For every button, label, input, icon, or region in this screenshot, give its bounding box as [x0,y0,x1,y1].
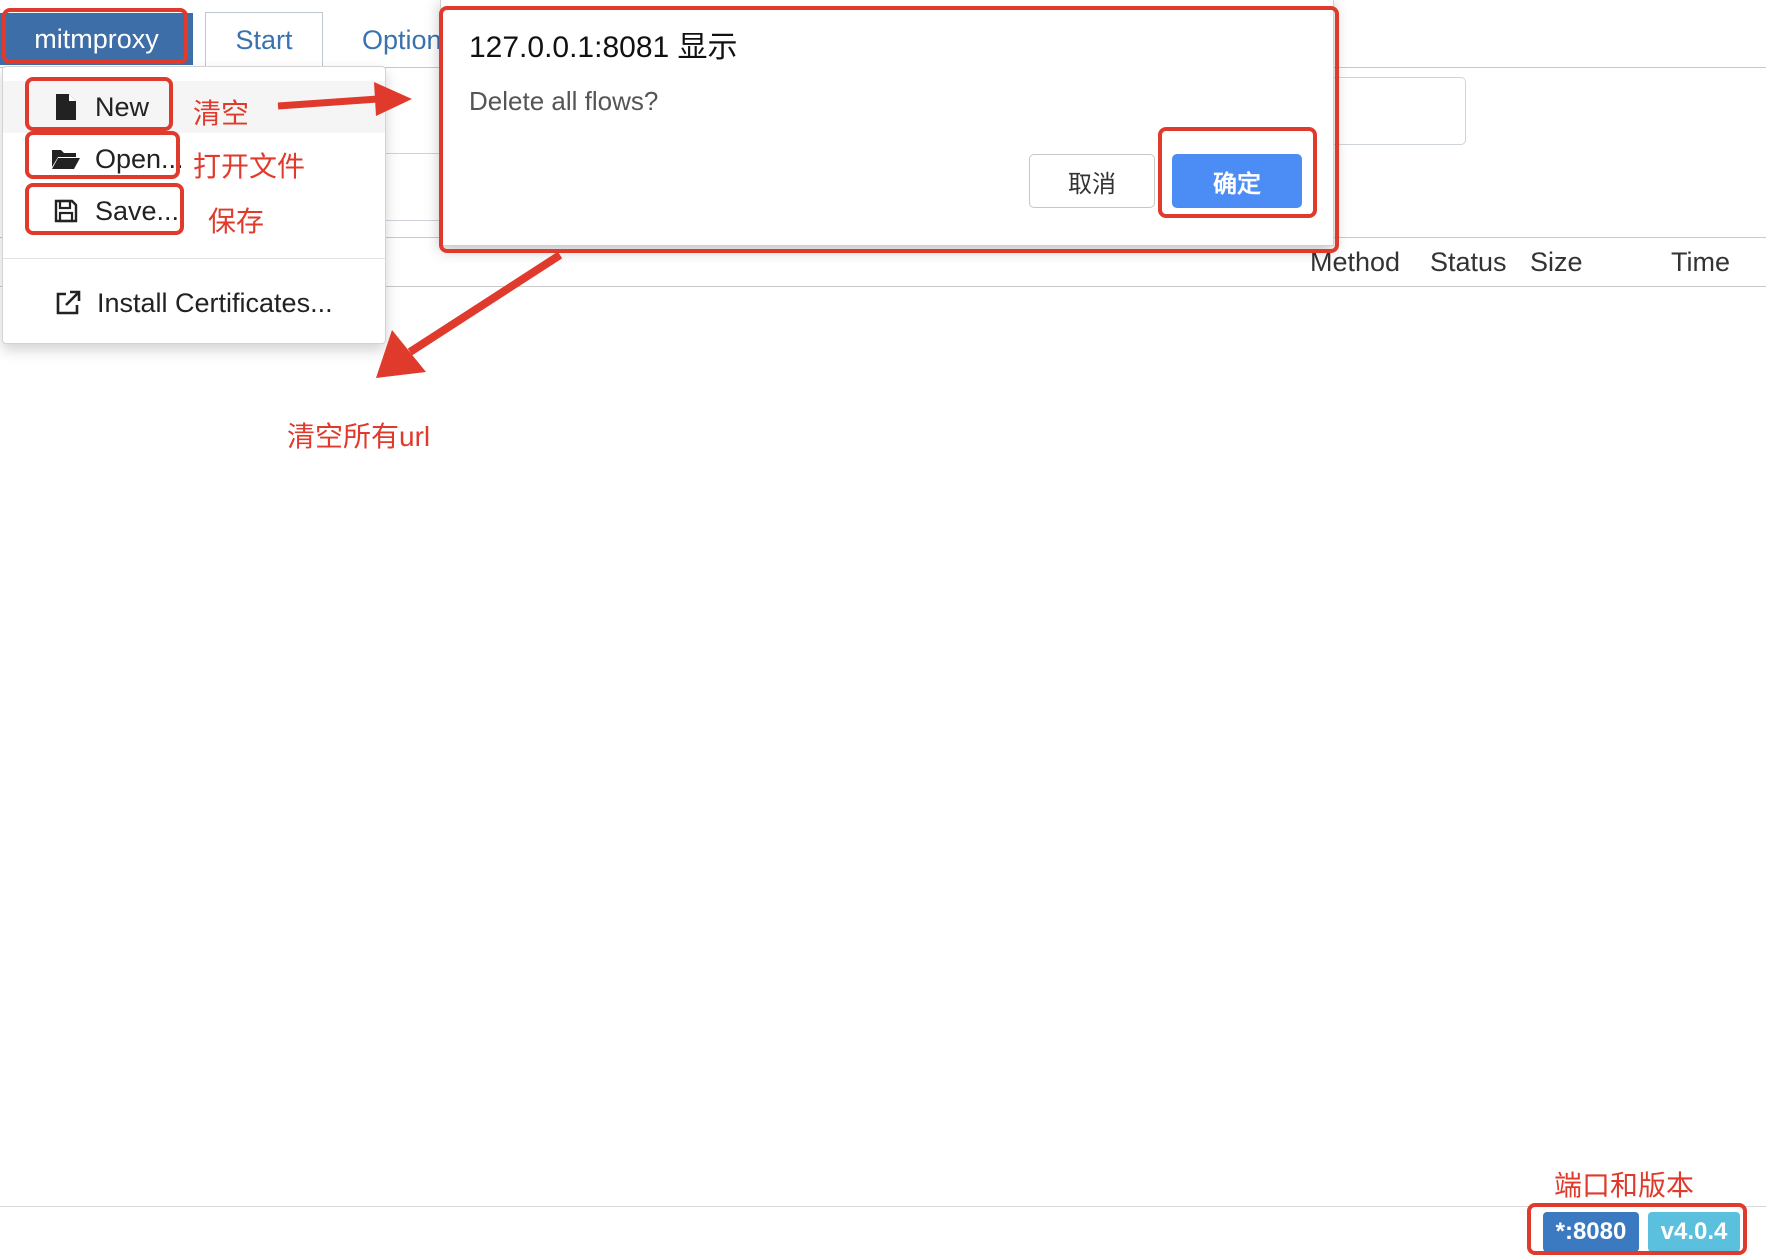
annotation-note-new: 清空 [193,98,250,129]
tab-start[interactable]: Start [205,12,323,68]
column-time[interactable]: Time [1671,238,1730,286]
footer-divider [0,1206,1766,1207]
annotation-box-save [25,183,184,235]
annotation-box-open [25,131,180,179]
annotation-box-brand [2,8,188,64]
column-size[interactable]: Size [1530,238,1583,286]
annotation-note-open: 打开文件 [193,151,306,182]
menu-item-label: Install Certificates... [97,287,333,318]
annotation-box-footer [1527,1203,1747,1255]
column-status[interactable]: Status [1430,238,1507,286]
highlight-input[interactable] [380,153,441,221]
annotation-box-new [25,77,173,131]
tab-options[interactable]: Options [362,12,442,68]
annotation-note-footer: 端口和版本 [1554,1170,1695,1201]
annotation-box-ok [1158,127,1317,218]
external-link-icon [53,288,83,318]
menu-divider [3,258,385,259]
annotation-note-dialog: 清空所有url [287,421,431,452]
menu-item-install-certificates[interactable]: Install Certificates... [3,277,385,329]
annotation-note-save: 保存 [208,206,265,237]
